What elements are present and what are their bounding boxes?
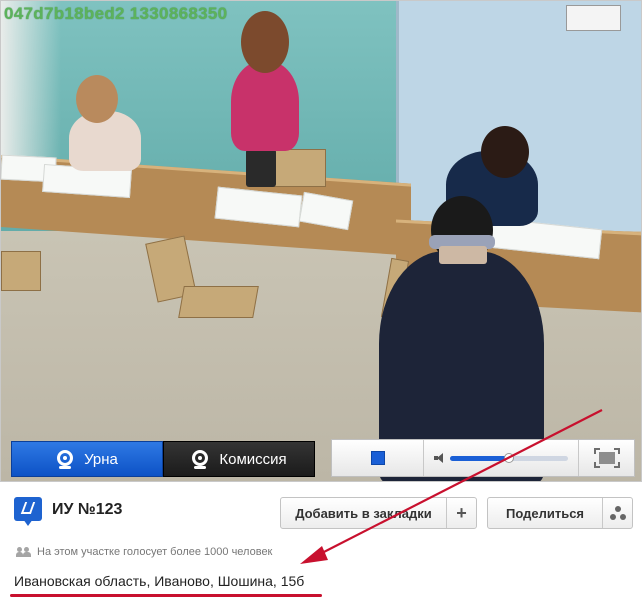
scene-person-head <box>481 126 529 178</box>
scene-chair <box>271 149 326 187</box>
camera-id-overlay: 047d7b18bed2 1330868350 <box>4 4 228 23</box>
share-icon <box>609 506 626 520</box>
tab-komissiya[interactable]: Комиссия <box>163 441 315 477</box>
camera-video[interactable]: 047d7b18bed2 1330868350 Урна Комиссия <box>0 0 642 482</box>
address-underline-annotation <box>10 594 322 597</box>
webcam-icon <box>56 450 74 469</box>
annotation-arrow-head <box>300 546 328 564</box>
scene-chair-seat <box>178 286 259 318</box>
fullscreen-icon <box>593 448 620 468</box>
ballot-box-icon <box>14 497 42 527</box>
scene-person-head <box>76 75 118 123</box>
bookmark-button[interactable]: Добавить в закладки + <box>280 497 477 529</box>
player-controls <box>331 439 635 477</box>
scene-person-legs <box>246 149 276 187</box>
share-button-label: Поделиться <box>505 505 585 521</box>
bookmark-button-label: Добавить в закладки <box>295 505 432 521</box>
plus-icon: + <box>456 503 467 523</box>
tab-komissiya-label: Комиссия <box>219 450 287 468</box>
scene-face <box>439 246 487 264</box>
share-options-button[interactable] <box>602 498 632 528</box>
stop-icon <box>370 451 385 465</box>
station-address: Ивановская область, Иваново, Шошина, 15б <box>14 573 305 589</box>
tab-urna-label: Урна <box>84 450 118 468</box>
scene-door-sign <box>566 5 621 31</box>
fullscreen-button[interactable] <box>579 440 634 476</box>
voters-text: На этом участке голосует более 1000 чело… <box>37 546 273 558</box>
camera-tabs: Урна Комиссия <box>11 441 315 477</box>
tab-urna[interactable]: Урна <box>11 441 163 477</box>
scene-window-light <box>1 1 61 161</box>
stop-button[interactable] <box>332 440 425 476</box>
scene-person-standing <box>231 61 299 151</box>
speaker-icon <box>434 453 444 463</box>
volume-control[interactable] <box>424 440 580 476</box>
station-title: ИУ №123 <box>52 501 123 518</box>
people-icon <box>16 547 31 557</box>
scene-person-head <box>241 11 289 73</box>
volume-slider[interactable] <box>450 452 569 463</box>
volume-slider-fill <box>450 455 510 461</box>
volume-slider-handle[interactable] <box>504 452 515 463</box>
scene-chair <box>1 251 41 291</box>
bookmark-add-button[interactable]: + <box>446 498 476 528</box>
voters-info: На этом участке голосует более 1000 чело… <box>16 546 272 558</box>
webcam-icon <box>191 450 209 469</box>
share-button[interactable]: Поделиться <box>487 497 633 529</box>
